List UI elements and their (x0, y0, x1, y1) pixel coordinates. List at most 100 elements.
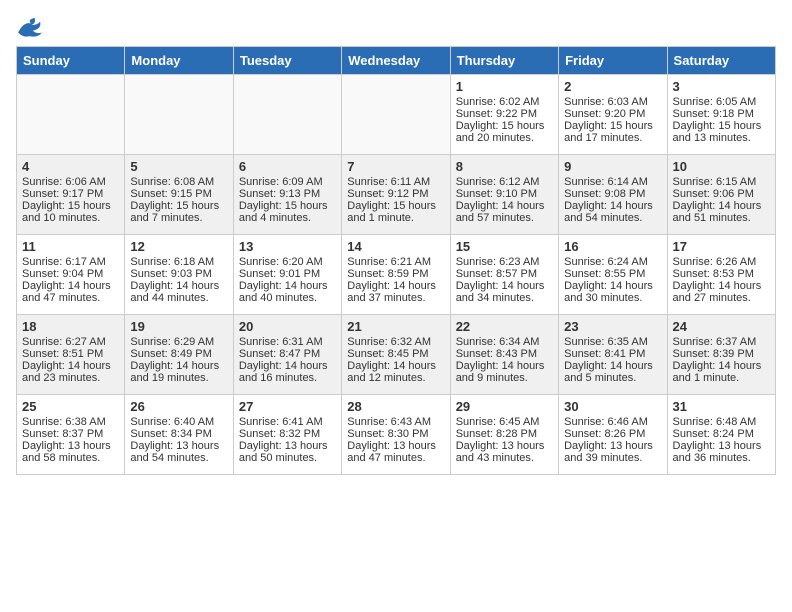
col-header-monday: Monday (125, 47, 233, 75)
day-info: Sunset: 8:34 PM (130, 428, 227, 440)
day-info: and 17 minutes. (564, 132, 661, 144)
day-info: Daylight: 14 hours (564, 280, 661, 292)
day-info: and 27 minutes. (673, 292, 770, 304)
day-number: 9 (564, 159, 661, 174)
day-info: and 36 minutes. (673, 452, 770, 464)
day-number: 12 (130, 239, 227, 254)
day-info: and 50 minutes. (239, 452, 336, 464)
day-info: Sunrise: 6:15 AM (673, 176, 770, 188)
day-info: Sunset: 8:53 PM (673, 268, 770, 280)
day-info: and 1 minute. (347, 212, 444, 224)
day-info: Sunset: 8:39 PM (673, 348, 770, 360)
day-info: Daylight: 14 hours (456, 280, 553, 292)
day-info: Sunrise: 6:08 AM (130, 176, 227, 188)
day-info: Daylight: 13 hours (673, 440, 770, 452)
day-info: and 39 minutes. (564, 452, 661, 464)
col-header-thursday: Thursday (450, 47, 558, 75)
day-info: and 30 minutes. (564, 292, 661, 304)
day-info: Sunrise: 6:03 AM (564, 96, 661, 108)
day-info: Sunset: 9:03 PM (130, 268, 227, 280)
day-info: Sunset: 8:49 PM (130, 348, 227, 360)
calendar-cell: 7Sunrise: 6:11 AMSunset: 9:12 PMDaylight… (342, 155, 450, 235)
day-info: Daylight: 14 hours (239, 360, 336, 372)
day-info: Sunrise: 6:27 AM (22, 336, 119, 348)
calendar-cell: 28Sunrise: 6:43 AMSunset: 8:30 PMDayligh… (342, 395, 450, 475)
calendar-cell: 31Sunrise: 6:48 AMSunset: 8:24 PMDayligh… (667, 395, 775, 475)
day-info: and 16 minutes. (239, 372, 336, 384)
calendar-cell: 6Sunrise: 6:09 AMSunset: 9:13 PMDaylight… (233, 155, 341, 235)
day-info: Daylight: 15 hours (564, 120, 661, 132)
day-info: and 5 minutes. (564, 372, 661, 384)
day-info: and 54 minutes. (564, 212, 661, 224)
day-info: Daylight: 14 hours (239, 280, 336, 292)
col-header-saturday: Saturday (667, 47, 775, 75)
day-number: 11 (22, 239, 119, 254)
day-info: Sunset: 9:17 PM (22, 188, 119, 200)
day-info: and 37 minutes. (347, 292, 444, 304)
day-info: Sunset: 8:43 PM (456, 348, 553, 360)
calendar-week-row: 25Sunrise: 6:38 AMSunset: 8:37 PMDayligh… (17, 395, 776, 475)
calendar-cell: 25Sunrise: 6:38 AMSunset: 8:37 PMDayligh… (17, 395, 125, 475)
day-number: 19 (130, 319, 227, 334)
day-info: Daylight: 14 hours (22, 360, 119, 372)
day-info: Sunset: 9:04 PM (22, 268, 119, 280)
day-number: 29 (456, 399, 553, 414)
day-number: 3 (673, 79, 770, 94)
calendar-cell: 27Sunrise: 6:41 AMSunset: 8:32 PMDayligh… (233, 395, 341, 475)
day-info: Sunrise: 6:18 AM (130, 256, 227, 268)
calendar-week-row: 18Sunrise: 6:27 AMSunset: 8:51 PMDayligh… (17, 315, 776, 395)
day-info: and 47 minutes. (22, 292, 119, 304)
day-info: Sunset: 8:30 PM (347, 428, 444, 440)
day-info: Sunset: 8:41 PM (564, 348, 661, 360)
day-info: Daylight: 13 hours (564, 440, 661, 452)
calendar-cell (125, 75, 233, 155)
day-info: Sunset: 8:26 PM (564, 428, 661, 440)
calendar-cell: 23Sunrise: 6:35 AMSunset: 8:41 PMDayligh… (559, 315, 667, 395)
day-number: 17 (673, 239, 770, 254)
day-info: Sunrise: 6:09 AM (239, 176, 336, 188)
day-info: and 1 minute. (673, 372, 770, 384)
day-info: and 44 minutes. (130, 292, 227, 304)
day-info: Sunset: 8:51 PM (22, 348, 119, 360)
day-info: Sunset: 8:47 PM (239, 348, 336, 360)
day-info: Daylight: 14 hours (347, 360, 444, 372)
day-info: Sunset: 9:10 PM (456, 188, 553, 200)
day-info: Daylight: 14 hours (130, 280, 227, 292)
day-info: and 9 minutes. (456, 372, 553, 384)
calendar-cell (342, 75, 450, 155)
day-info: Sunrise: 6:06 AM (22, 176, 119, 188)
calendar-cell: 24Sunrise: 6:37 AMSunset: 8:39 PMDayligh… (667, 315, 775, 395)
calendar-cell: 16Sunrise: 6:24 AMSunset: 8:55 PMDayligh… (559, 235, 667, 315)
day-info: Sunrise: 6:48 AM (673, 416, 770, 428)
day-info: and 58 minutes. (22, 452, 119, 464)
day-info: Daylight: 15 hours (673, 120, 770, 132)
day-info: Sunrise: 6:31 AM (239, 336, 336, 348)
col-header-sunday: Sunday (17, 47, 125, 75)
day-info: and 57 minutes. (456, 212, 553, 224)
day-info: Sunrise: 6:38 AM (22, 416, 119, 428)
day-number: 20 (239, 319, 336, 334)
day-info: Sunset: 9:13 PM (239, 188, 336, 200)
day-info: and 40 minutes. (239, 292, 336, 304)
day-info: Sunrise: 6:32 AM (347, 336, 444, 348)
day-number: 14 (347, 239, 444, 254)
day-number: 24 (673, 319, 770, 334)
calendar-cell: 26Sunrise: 6:40 AMSunset: 8:34 PMDayligh… (125, 395, 233, 475)
day-info: Sunrise: 6:29 AM (130, 336, 227, 348)
day-info: Sunrise: 6:02 AM (456, 96, 553, 108)
day-info: Sunrise: 6:14 AM (564, 176, 661, 188)
calendar-cell: 13Sunrise: 6:20 AMSunset: 9:01 PMDayligh… (233, 235, 341, 315)
col-header-friday: Friday (559, 47, 667, 75)
day-info: Daylight: 13 hours (456, 440, 553, 452)
day-info: and 34 minutes. (456, 292, 553, 304)
logo-bird-icon (16, 16, 44, 38)
calendar-cell: 11Sunrise: 6:17 AMSunset: 9:04 PMDayligh… (17, 235, 125, 315)
day-info: and 13 minutes. (673, 132, 770, 144)
day-number: 26 (130, 399, 227, 414)
col-header-tuesday: Tuesday (233, 47, 341, 75)
day-info: Daylight: 15 hours (130, 200, 227, 212)
day-info: Daylight: 15 hours (22, 200, 119, 212)
calendar-cell: 18Sunrise: 6:27 AMSunset: 8:51 PMDayligh… (17, 315, 125, 395)
day-info: Sunset: 9:20 PM (564, 108, 661, 120)
calendar-table: SundayMondayTuesdayWednesdayThursdayFrid… (16, 46, 776, 475)
